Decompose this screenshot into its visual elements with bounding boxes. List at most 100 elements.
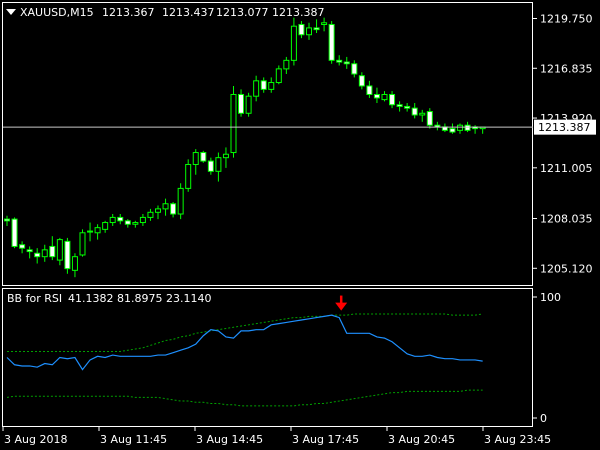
dropdown-triangle-icon[interactable]: [6, 9, 16, 15]
time-tick-label: 3 Aug 11:45: [100, 433, 167, 446]
candle: [245, 92, 252, 117]
candle: [283, 56, 290, 74]
rsi-line: [6, 314, 483, 371]
current-price-label: 1213.387: [538, 121, 591, 134]
candle: [396, 101, 403, 112]
candle: [41, 244, 48, 262]
candle: [155, 205, 161, 220]
candle: [102, 220, 109, 233]
candle: [222, 147, 229, 168]
chart-header: XAUUSD,M15 1213.367 1213.437 1213.077 12…: [6, 6, 325, 19]
candle: [34, 248, 41, 264]
time-tick-label: 3 Aug 2018: [4, 433, 67, 446]
candle: [200, 150, 207, 163]
candle: [162, 198, 169, 216]
time-tick-label: 3 Aug 23:45: [484, 433, 551, 446]
candle: [177, 183, 184, 220]
indicator-axis: 100 0: [533, 291, 561, 425]
candle: [381, 91, 388, 102]
candle: [253, 75, 260, 102]
candle: [260, 77, 267, 93]
candle: [373, 87, 380, 104]
ohlc-low: 1213.077: [216, 6, 269, 19]
candle: [404, 103, 411, 112]
price-tick-label: 1208.035: [540, 213, 593, 226]
bollinger-bands: [6, 313, 483, 407]
candle: [192, 149, 199, 175]
candle: [479, 126, 486, 134]
candle: [366, 80, 373, 98]
candle: [56, 237, 63, 266]
candle: [71, 253, 78, 278]
candle: [19, 241, 26, 254]
candle: [117, 214, 124, 225]
candle: [358, 72, 365, 90]
trading-chart[interactable]: 1219.7501216.8351213.9201211.0051208.035…: [0, 0, 600, 450]
time-tick-label: 3 Aug 14:45: [196, 433, 263, 446]
candle: [64, 237, 71, 274]
indicator-value-rsi: 41.1382: [68, 292, 114, 305]
candle: [328, 21, 335, 64]
time-tick-label: 3 Aug 20:45: [388, 433, 455, 446]
candle: [290, 17, 297, 66]
candle: [389, 91, 396, 109]
candle: [275, 65, 282, 85]
candle: [449, 123, 456, 134]
candle: [207, 157, 214, 175]
candle: [87, 222, 94, 242]
price-tick-label: 1216.835: [540, 62, 593, 75]
candle: [4, 215, 10, 226]
candle: [139, 214, 146, 226]
candle: [298, 21, 305, 39]
indicator-value-lower: 23.1140: [166, 292, 212, 305]
candle: [411, 103, 418, 119]
candle: [313, 19, 320, 34]
candle: [132, 220, 139, 228]
candle: [170, 202, 177, 218]
indicator-title: BB for RSI: [7, 292, 62, 305]
candle: [419, 109, 426, 122]
candle: [147, 208, 154, 221]
ohlc-close: 1213.387: [272, 6, 325, 19]
indicator-header: BB for RSI 41.1382 81.8975 23.1140: [7, 292, 212, 305]
candle: [441, 123, 448, 133]
candle: [472, 125, 479, 134]
candle: [109, 214, 116, 226]
sell-signal-arrow: [335, 295, 348, 311]
ohlc-high: 1213.437: [162, 6, 215, 19]
symbol-label: XAUUSD,M15: [20, 6, 94, 19]
price-axis: 1219.7501216.8351213.9201211.0051208.035…: [533, 13, 593, 275]
price-tick-label: 1219.750: [540, 13, 593, 26]
candle: [49, 236, 56, 261]
candle: [351, 60, 358, 78]
lower-band-line: [6, 389, 483, 407]
candle: [426, 108, 433, 129]
candle: [26, 246, 33, 259]
price-tick-label: 1211.005: [540, 162, 593, 175]
candlestick-series: [4, 17, 486, 278]
time-axis: 3 Aug 2018 3 Aug 11:45 3 Aug 14:45 3 Aug 17…: [2, 426, 551, 446]
candle: [238, 89, 245, 117]
candle: [11, 217, 18, 249]
candle: [124, 219, 131, 228]
candle: [268, 77, 275, 93]
candle: [94, 224, 101, 240]
candle: [336, 55, 343, 66]
ohlc-open: 1213.367: [102, 6, 155, 19]
candle: [343, 56, 350, 69]
candle: [215, 152, 222, 182]
candle: [185, 159, 192, 192]
upper-band-line: [7, 313, 483, 352]
candle: [321, 17, 328, 32]
arrow-down-icon: [335, 302, 348, 311]
indicator-tick-label: 0: [540, 412, 547, 425]
candle: [457, 123, 463, 134]
current-price-marker: 1213.387: [534, 119, 596, 135]
time-tick-label: 3 Aug 17:45: [292, 433, 359, 446]
indicator-value-upper: 81.8975: [117, 292, 163, 305]
candle: [306, 22, 312, 40]
indicator-tick-label: 100: [540, 291, 561, 304]
candle: [79, 229, 86, 257]
rsi-series: [6, 314, 483, 371]
candle: [434, 121, 441, 131]
